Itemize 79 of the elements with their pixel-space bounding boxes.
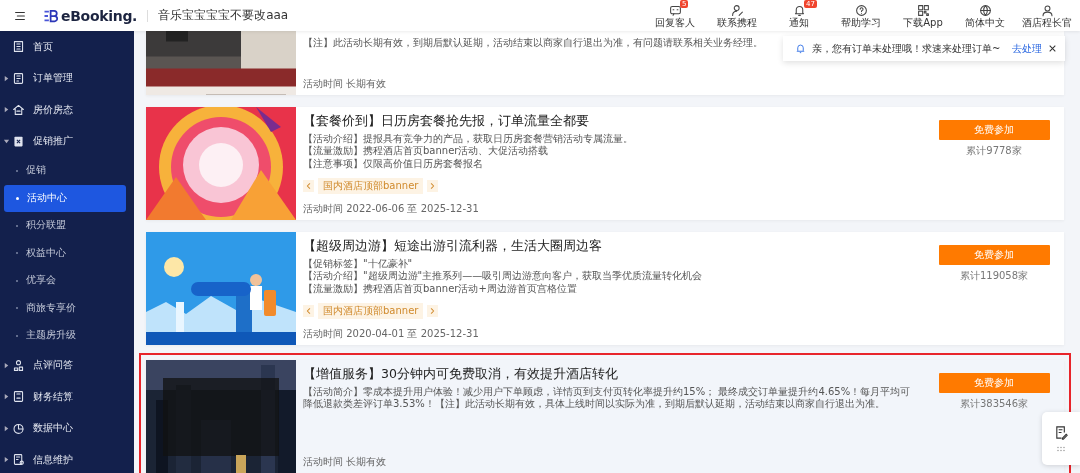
header-nav-item[interactable]: 简体中文: [954, 2, 1016, 29]
sidebar-item[interactable]: 点评问答: [0, 349, 134, 381]
activity-period: 活动时间 2022-06-06 至 2025-12-31: [303, 202, 479, 216]
people-icon: [12, 358, 25, 372]
next-button[interactable]: [427, 180, 439, 192]
sidebar-subitem[interactable]: 促销: [4, 157, 126, 185]
logo-icon: [43, 8, 60, 23]
chevron-left-icon: [305, 182, 312, 190]
caret-down-icon: [2, 137, 10, 145]
notice-text: 亲，您有订单未处理哦！求速来处理订单~: [812, 41, 1001, 56]
previous-button[interactable]: [303, 305, 314, 317]
sidebar-item[interactable]: 房价房态: [0, 94, 134, 126]
qr-code-icon: [916, 4, 930, 17]
activity-period: 活动时间 长期有效: [303, 455, 387, 469]
user-icon: [1040, 4, 1054, 17]
caret-right-icon: [2, 393, 10, 401]
globe-icon: [978, 4, 992, 17]
document-gear-icon: [12, 453, 25, 467]
participant-count: 累计383546家: [959, 397, 1029, 411]
header-nav-item[interactable]: 帮助学习: [830, 2, 892, 29]
sidebar-subitem[interactable]: 商旅专享价: [4, 294, 126, 322]
card-description: 【流量激励】携程酒店首页banner活动+周边游首页宫格位置: [303, 282, 577, 295]
caret-right-icon: [2, 74, 10, 82]
placement-tag: 国内酒店顶部banner: [318, 178, 424, 194]
activity-period: 活动时间 2020-04-01 至 2025-12-31: [303, 327, 479, 341]
note-edit-icon: [1053, 425, 1069, 440]
placement-tag: 国内酒店顶部banner: [318, 303, 424, 319]
header-nav-item[interactable]: 联系携程: [706, 2, 768, 29]
sidebar-subitem[interactable]: 权益中心: [4, 239, 126, 267]
process-link[interactable]: 去处理: [1012, 41, 1042, 56]
sidebar-item[interactable]: 首页: [0, 31, 134, 63]
chevron-left-icon: [305, 307, 312, 315]
sidebar-item[interactable]: 订单管理: [0, 62, 134, 94]
sidebar-subitem[interactable]: 主题房升级: [4, 322, 126, 350]
bell-icon: [795, 43, 806, 54]
document-icon: [12, 71, 25, 85]
caret-right-icon: [2, 424, 10, 432]
chat-icon: [668, 4, 682, 17]
sidebar-item[interactable]: 财务结算: [0, 381, 134, 413]
drag-handle-icon: [1056, 446, 1066, 452]
previous-button[interactable]: [303, 180, 314, 192]
sidebar-subitem[interactable]: 优享会: [4, 267, 126, 295]
card-title: 【增值服务】30分钟内可免费取消，有效提升酒店转化: [303, 366, 619, 383]
participant-count: 累计9778家: [966, 144, 1022, 158]
house-icon: [12, 103, 25, 117]
edit-note-button[interactable]: [1053, 425, 1069, 440]
header-nav-item[interactable]: 酒店程长官: [1016, 2, 1078, 29]
next-button[interactable]: [427, 305, 439, 317]
pie-chart-icon: [12, 421, 25, 435]
card-description: 【活动简介】零成本提升用户体验！减少用户下单顾虑，详情页到支付页转化率提升约15%； 最终成交订单量提升约4.65%！每月平均可降低退款类差评订单3.53%！【注】此活动长期有效，具体上线时间以实际为准，到期后默认延期，活动结束以商家自行退出为准。: [303, 386, 912, 411]
person-pen-icon: [730, 4, 744, 17]
close-icon: [1048, 44, 1057, 53]
hotel-name: 音乐宝宝宝宝不要改aaa: [158, 7, 289, 24]
caret-right-icon: [2, 361, 10, 369]
card-title: 【超级周边游】短途出游引流利器，生活大圈周边客: [303, 238, 603, 255]
sidebar-item[interactable]: 促销推广: [0, 125, 134, 157]
sidebar-subitem[interactable]: 活动中心: [4, 184, 126, 212]
help-icon: [854, 4, 868, 17]
card-description: 【促销标签】"十亿豪补": [303, 258, 413, 270]
document-icon: [12, 390, 25, 404]
caret-right-icon: [2, 106, 10, 114]
sidebar-item[interactable]: 数据中心: [0, 412, 134, 444]
card-description: 【流量激励】携程酒店首页banner活动、大促活动搭载: [303, 145, 549, 158]
activity-period: 活动时间 长期有效: [303, 77, 387, 91]
chevron-right-icon: [429, 182, 437, 190]
card-description: 【活动介绍】提报具有竞争力的产品，获取日历房套餐营销活动专属流量。: [303, 133, 633, 145]
header-nav-item[interactable]: 下载App: [892, 2, 954, 29]
card-title: 【套餐价到】日历房套餐抢先报，订单流量全都要: [303, 113, 590, 130]
logo-text: eBooking.: [61, 7, 138, 24]
card-description: 【注意事项】仅限高价值日历房套餐报名: [303, 157, 483, 170]
close-button[interactable]: [1048, 44, 1057, 53]
sidebar-subitem[interactable]: 积分联盟: [4, 212, 126, 240]
participant-count: 累计119058家: [959, 269, 1029, 283]
caret-right-icon: [2, 456, 10, 464]
card-description: 【注】此活动长期有效，到期后默认延期，活动结束以商家自行退出为准，有问题请联系相关业务经理。: [303, 37, 763, 50]
chevron-right-icon: [429, 307, 437, 315]
sidebar-item[interactable]: 信息维护: [0, 444, 134, 473]
card-description: 【活动介绍】"超级周边游"主推系列——吸引周边游意向客户，获取当季优质流量转化机会: [303, 270, 703, 283]
bell-icon: [792, 4, 806, 17]
